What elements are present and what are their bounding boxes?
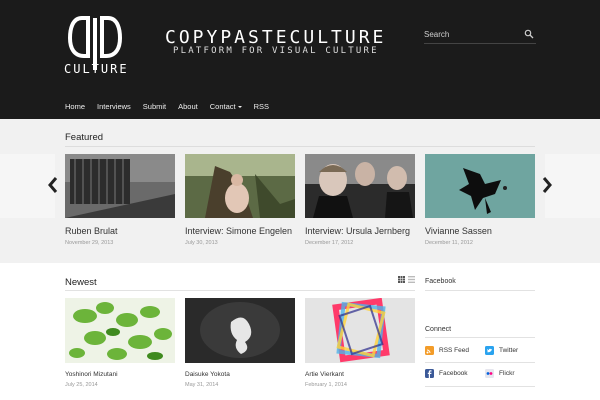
divider [425, 362, 535, 363]
nav-item-home[interactable]: Home [65, 102, 85, 114]
twitter-label: Twitter [499, 347, 519, 354]
flickr-icon [485, 369, 494, 378]
featured-card-date: December 11, 2012 [425, 240, 473, 246]
site-header: CULTURE COPYPASTECULTURE PLATFORM FOR VI… [0, 0, 600, 119]
connect-widget-title: Connect [425, 326, 452, 333]
rss-feed-label: RSS Feed [439, 347, 469, 354]
search-input[interactable] [424, 27, 520, 42]
featured-card-date: July 30, 2013 [185, 240, 218, 246]
site-tagline: PLATFORM FOR VISUAL CULTURE [173, 46, 379, 56]
logo-word: CULTURE [64, 62, 129, 76]
nav-item-rss[interactable]: RSS [254, 102, 269, 114]
newest-thumbnail[interactable] [305, 298, 415, 363]
featured-title: Featured [65, 132, 104, 143]
divider [65, 290, 415, 291]
nav-item-submit[interactable]: Submit [143, 102, 166, 114]
newest-title: Newest [65, 277, 97, 288]
rss-feed-link[interactable]: RSS Feed [425, 346, 469, 355]
nav-item-interviews[interactable]: Interviews [97, 102, 131, 114]
newest-thumbnail[interactable] [65, 298, 175, 363]
featured-card-date: December 17, 2012 [305, 240, 354, 246]
newest-card-title[interactable]: Daisuke Yokota [185, 371, 295, 378]
main-nav: Home Interviews Submit About Contact RSS [65, 102, 281, 114]
featured-card-date: November 29, 2013 [65, 240, 114, 246]
newest-card[interactable]: Daisuke Yokota May 31, 2014 [185, 298, 295, 388]
rss-icon [425, 346, 434, 355]
featured-card-title[interactable]: Interview: Ursula Jernberg [305, 226, 415, 236]
divider [425, 337, 535, 338]
flickr-link[interactable]: Flickr [485, 369, 515, 378]
featured-thumbnail[interactable] [185, 154, 295, 218]
facebook-icon [425, 369, 434, 378]
search-icon[interactable] [524, 29, 534, 39]
featured-thumbnail[interactable] [305, 154, 415, 218]
list-view-icon[interactable] [408, 276, 415, 283]
featured-card-title[interactable]: Interview: Simone Engelen [185, 226, 295, 236]
twitter-link[interactable]: Twitter [485, 346, 518, 355]
newest-card[interactable]: Yoshinori Mizutani July 25, 2014 [65, 298, 175, 388]
chevron-right-icon[interactable] [541, 176, 553, 194]
featured-card[interactable]: Interview: Ursula Jernberg December 17, … [305, 154, 415, 246]
featured-thumbnail[interactable] [65, 154, 175, 218]
newest-thumbnail[interactable] [185, 298, 295, 363]
search-box [424, 27, 536, 44]
caret-down-icon [237, 106, 242, 109]
view-toggle [398, 276, 415, 283]
newest-card[interactable]: Artie Vierkant February 1, 2014 [305, 298, 415, 388]
nav-item-contact[interactable]: Contact [210, 102, 242, 114]
featured-section: Featured Ruben Brulat November 29, 2013 [0, 119, 600, 263]
featured-thumbnail[interactable] [425, 154, 535, 218]
nav-item-about[interactable]: About [178, 102, 198, 114]
featured-card[interactable]: Ruben Brulat November 29, 2013 [65, 154, 175, 246]
featured-card[interactable]: Vivianne Sassen December 11, 2012 [425, 154, 535, 246]
grid-view-icon[interactable] [398, 276, 405, 283]
divider [425, 290, 535, 291]
site-title[interactable]: COPYPASTECULTURE [165, 27, 386, 48]
flickr-label: Flickr [499, 370, 515, 377]
divider [65, 146, 535, 147]
featured-card[interactable]: Interview: Simone Engelen July 30, 2013 [185, 154, 295, 246]
newest-card-date: February 1, 2014 [305, 382, 347, 388]
divider [425, 386, 535, 387]
newest-card-title[interactable]: Yoshinori Mizutani [65, 371, 175, 378]
facebook-widget-title: Facebook [425, 278, 456, 285]
featured-card-title[interactable]: Vivianne Sassen [425, 226, 535, 236]
twitter-icon [485, 346, 494, 355]
carousel-ghost-right [545, 154, 600, 218]
nav-item-contact-label: Contact [209, 102, 236, 111]
featured-card-title[interactable]: Ruben Brulat [65, 226, 175, 236]
chevron-left-icon[interactable] [47, 176, 59, 194]
newest-card-date: May 31, 2014 [185, 382, 219, 388]
facebook-link[interactable]: Facebook [425, 369, 468, 378]
newest-card-title[interactable]: Artie Vierkant [305, 371, 415, 378]
newest-card-date: July 25, 2014 [65, 382, 98, 388]
facebook-label: Facebook [439, 370, 468, 377]
